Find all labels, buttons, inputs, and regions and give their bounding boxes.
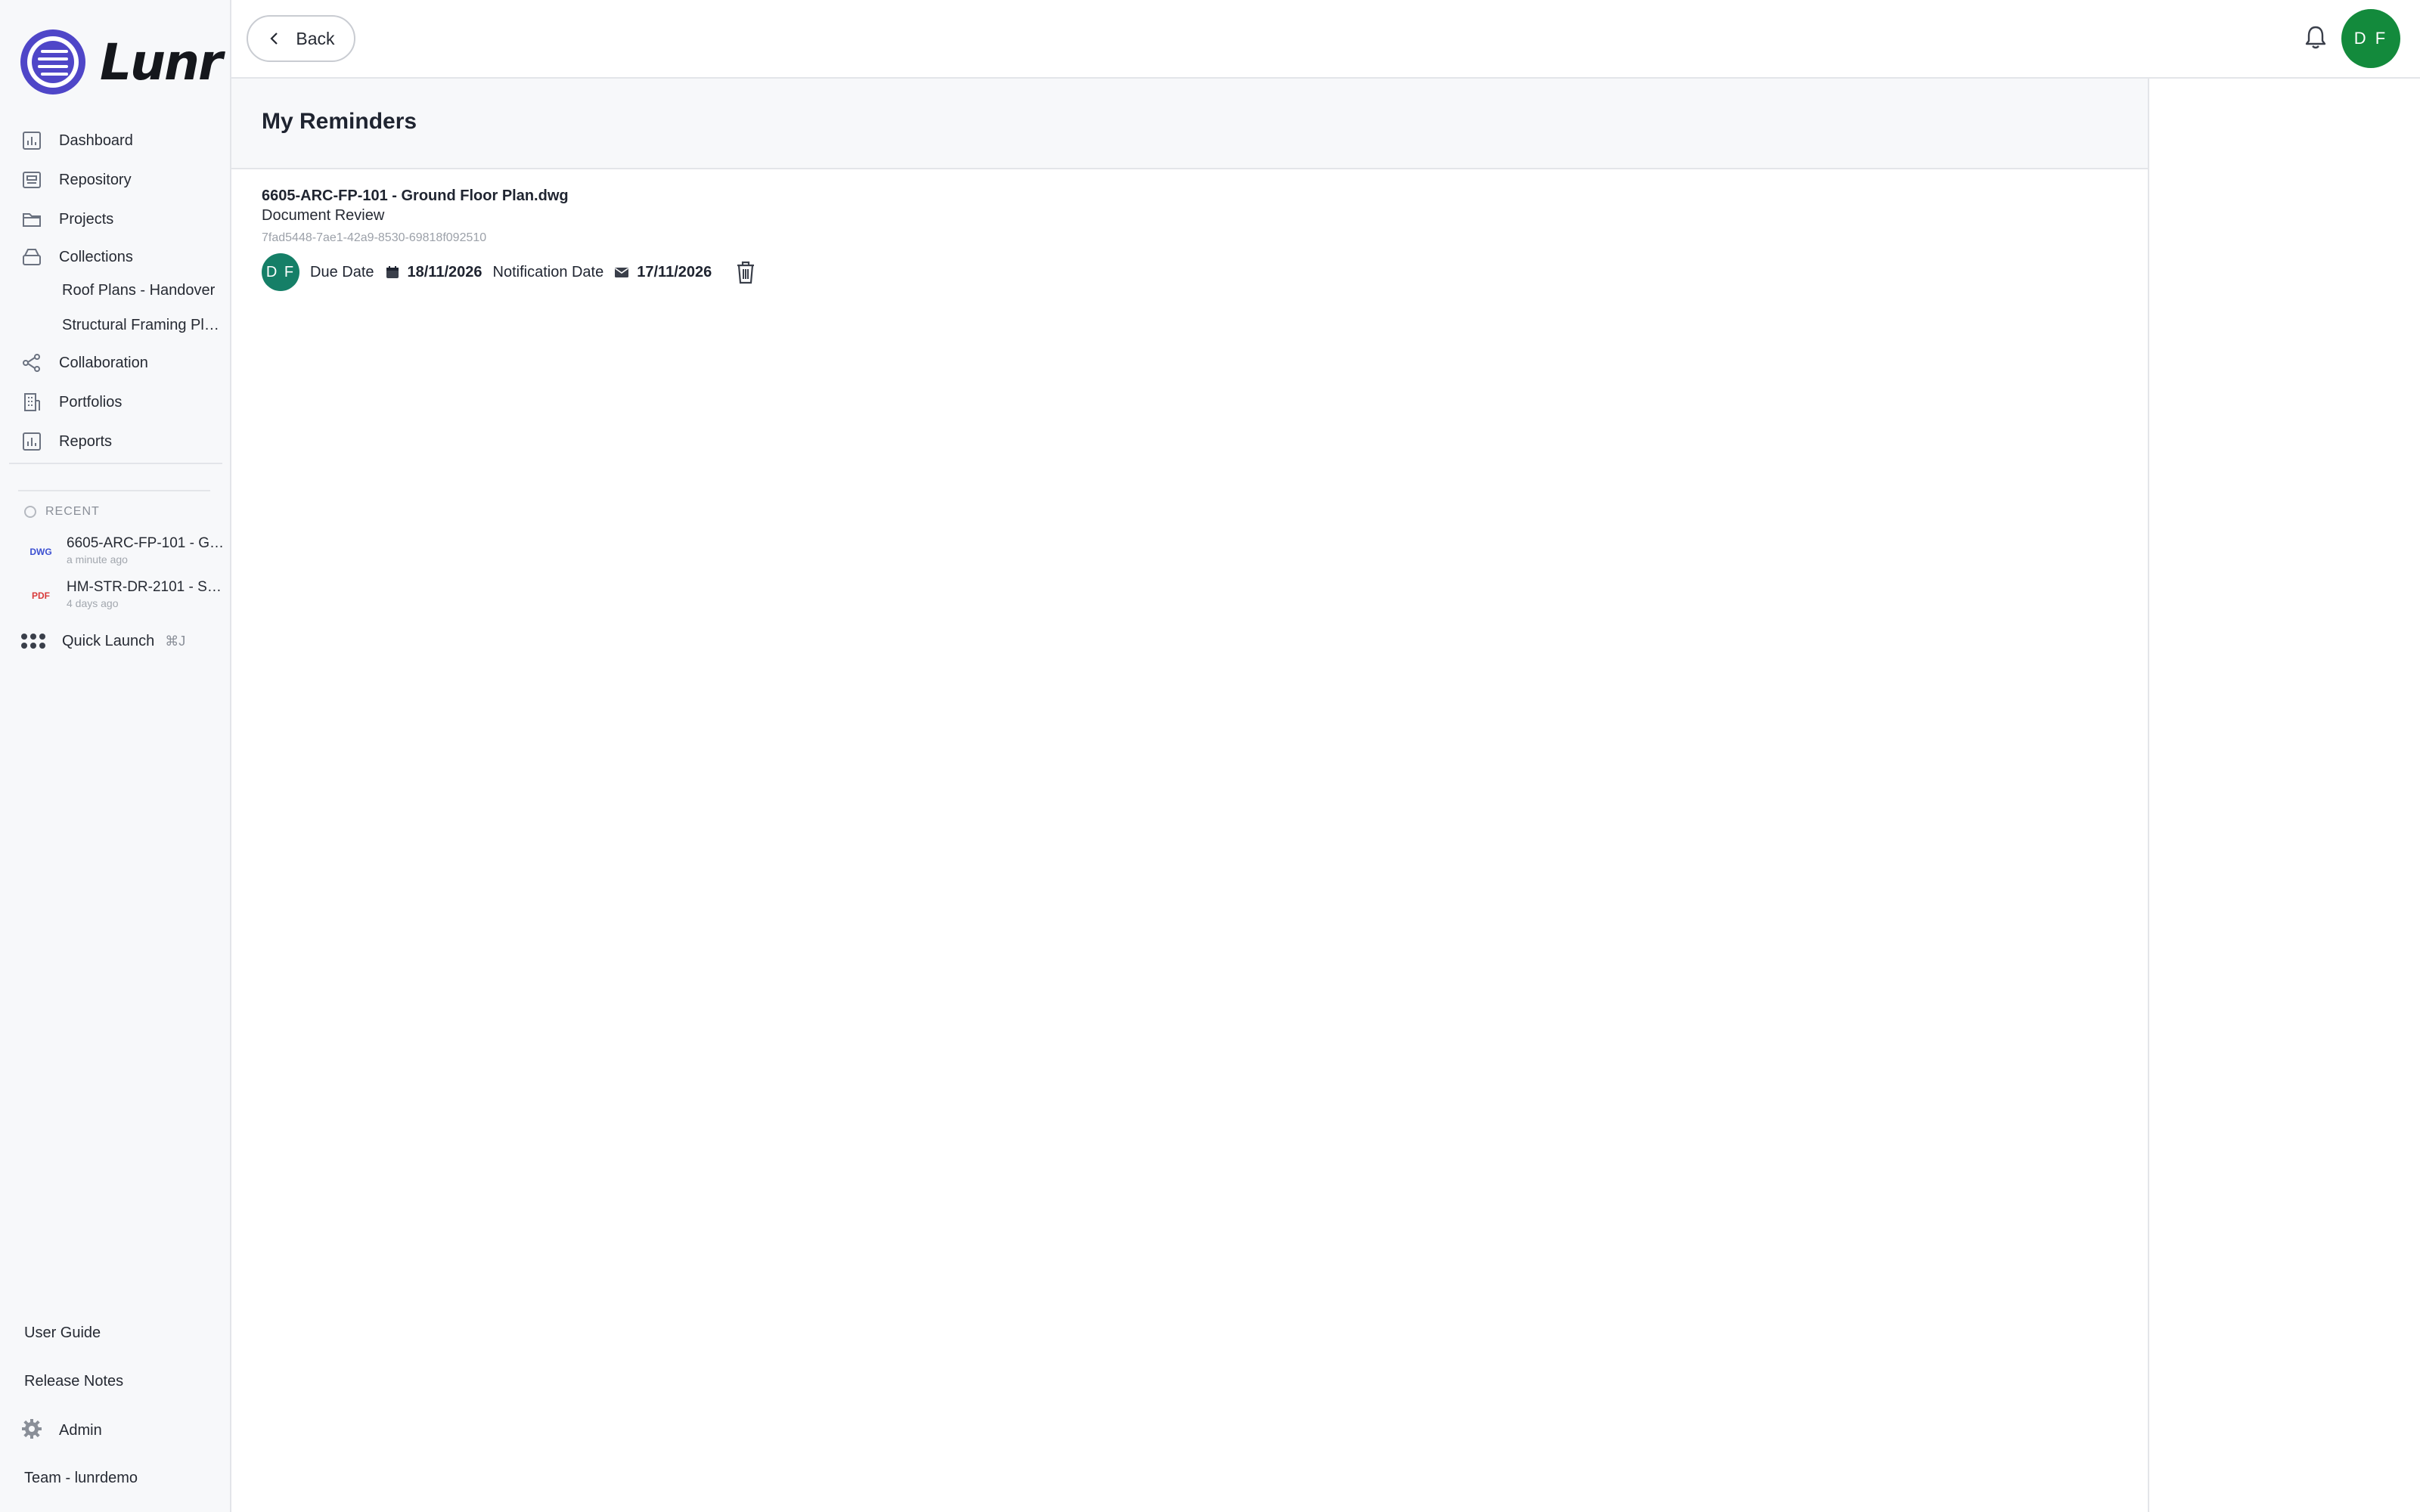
release-notes-link[interactable]: Release Notes	[24, 1373, 123, 1390]
sidebar-divider	[9, 463, 222, 464]
nav-reports[interactable]: Reports	[21, 426, 112, 457]
reminder-item: 6605-ARC-FP-101 - Ground Floor Plan.dwg …	[262, 187, 1169, 301]
sidebar: Lunr Dashboard Repository Projects Colle…	[0, 0, 231, 1512]
chevron-left-icon	[270, 33, 278, 45]
collection-item-structural-framing[interactable]: Structural Framing Plans	[62, 311, 221, 339]
quick-launch-label: Quick Launch	[62, 632, 155, 649]
assignee-avatar: D F	[262, 253, 299, 291]
recent-item-time: a minute ago	[67, 553, 128, 565]
reminder-id: 7fad5448-7ae1-42a9-8530-69818f092510	[262, 231, 487, 244]
back-button[interactable]: Back	[247, 15, 355, 62]
app-logo[interactable]: Lunr	[18, 27, 223, 97]
collections-icon	[21, 246, 42, 268]
admin-link[interactable]: Admin	[21, 1418, 102, 1443]
main-content: My Reminders 6605-ARC-FP-101 - Ground Fl…	[231, 79, 2149, 1512]
nav-label: Reports	[59, 432, 113, 450]
team-switcher[interactable]: Team - lunrdemo	[24, 1470, 138, 1487]
admin-label: Admin	[59, 1422, 102, 1439]
due-date-label: Due Date	[310, 263, 374, 280]
envelope-icon	[615, 268, 629, 277]
nav-label: Collections	[59, 248, 133, 265]
reminder-file-name[interactable]: 6605-ARC-FP-101 - Ground Floor Plan.dwg	[262, 187, 569, 205]
page-header: My Reminders	[231, 79, 2148, 169]
building-icon	[21, 392, 42, 413]
quick-launch-button[interactable]: Quick Launch ⌘J	[21, 626, 185, 656]
user-guide-link[interactable]: User Guide	[24, 1325, 101, 1342]
quick-launch-shortcut: ⌘J	[165, 633, 186, 649]
recent-item-name: HM-STR-DR-2101 - Structural Drawing.pdf	[67, 579, 225, 595]
nav-collaboration[interactable]: Collaboration	[21, 348, 148, 378]
user-avatar[interactable]: D F	[2341, 9, 2400, 68]
recent-item[interactable]: DWG 6605-ARC-FP-101 - Ground Floor Plan.…	[26, 535, 225, 569]
pdf-file-icon: PDF	[32, 590, 50, 601]
dwg-file-icon: DWG	[29, 547, 52, 557]
trash-icon[interactable]	[734, 259, 757, 285]
back-label: Back	[296, 28, 335, 48]
sidebar-divider	[18, 490, 210, 491]
notifications-button[interactable]	[2301, 23, 2331, 53]
gear-icon	[21, 1418, 42, 1443]
folder-icon	[21, 209, 42, 230]
nav-label: Portfolios	[59, 393, 123, 411]
nav-collections[interactable]: Collections	[21, 242, 133, 272]
chart-icon	[21, 130, 42, 151]
recent-item-name: 6605-ARC-FP-101 - Ground Floor Plan.dwg	[67, 535, 225, 551]
nav-projects[interactable]: Projects	[21, 204, 113, 234]
clock-icon	[24, 506, 36, 518]
reminder-details: D F Due Date 18/11/2026 Notification Dat…	[262, 253, 757, 292]
page-title: My Reminders	[262, 109, 417, 134]
reminder-type: Document Review	[262, 207, 385, 224]
recent-header: RECENT	[24, 505, 100, 519]
bell-icon	[2305, 26, 2326, 49]
top-bar: Back D F	[231, 0, 2420, 79]
recent-item-time: 4 days ago	[67, 597, 119, 609]
nav-label: Collaboration	[59, 354, 148, 371]
nav-label: Projects	[59, 210, 114, 228]
notification-date-value: 17/11/2026	[637, 263, 712, 280]
nav-label: Dashboard	[59, 132, 133, 149]
share-icon	[21, 352, 42, 373]
lunr-logo-icon	[20, 29, 85, 94]
repository-icon	[21, 169, 42, 191]
nav-repository[interactable]: Repository	[21, 165, 132, 195]
nav-label: Repository	[59, 171, 132, 188]
nav-portfolios[interactable]: Portfolios	[21, 387, 122, 417]
recent-item[interactable]: PDF HM-STR-DR-2101 - Structural Drawing.…	[26, 579, 225, 612]
nav-dashboard[interactable]: Dashboard	[21, 125, 133, 156]
calendar-icon	[386, 266, 399, 278]
collection-item-roof-plans[interactable]: Roof Plans - Handover	[62, 277, 221, 304]
due-date-value: 18/11/2026	[407, 263, 482, 280]
apps-grid-icon	[21, 634, 45, 649]
notification-date-label: Notification Date	[492, 263, 604, 280]
logo-text: Lunr	[100, 33, 223, 91]
chart-icon	[21, 431, 42, 452]
